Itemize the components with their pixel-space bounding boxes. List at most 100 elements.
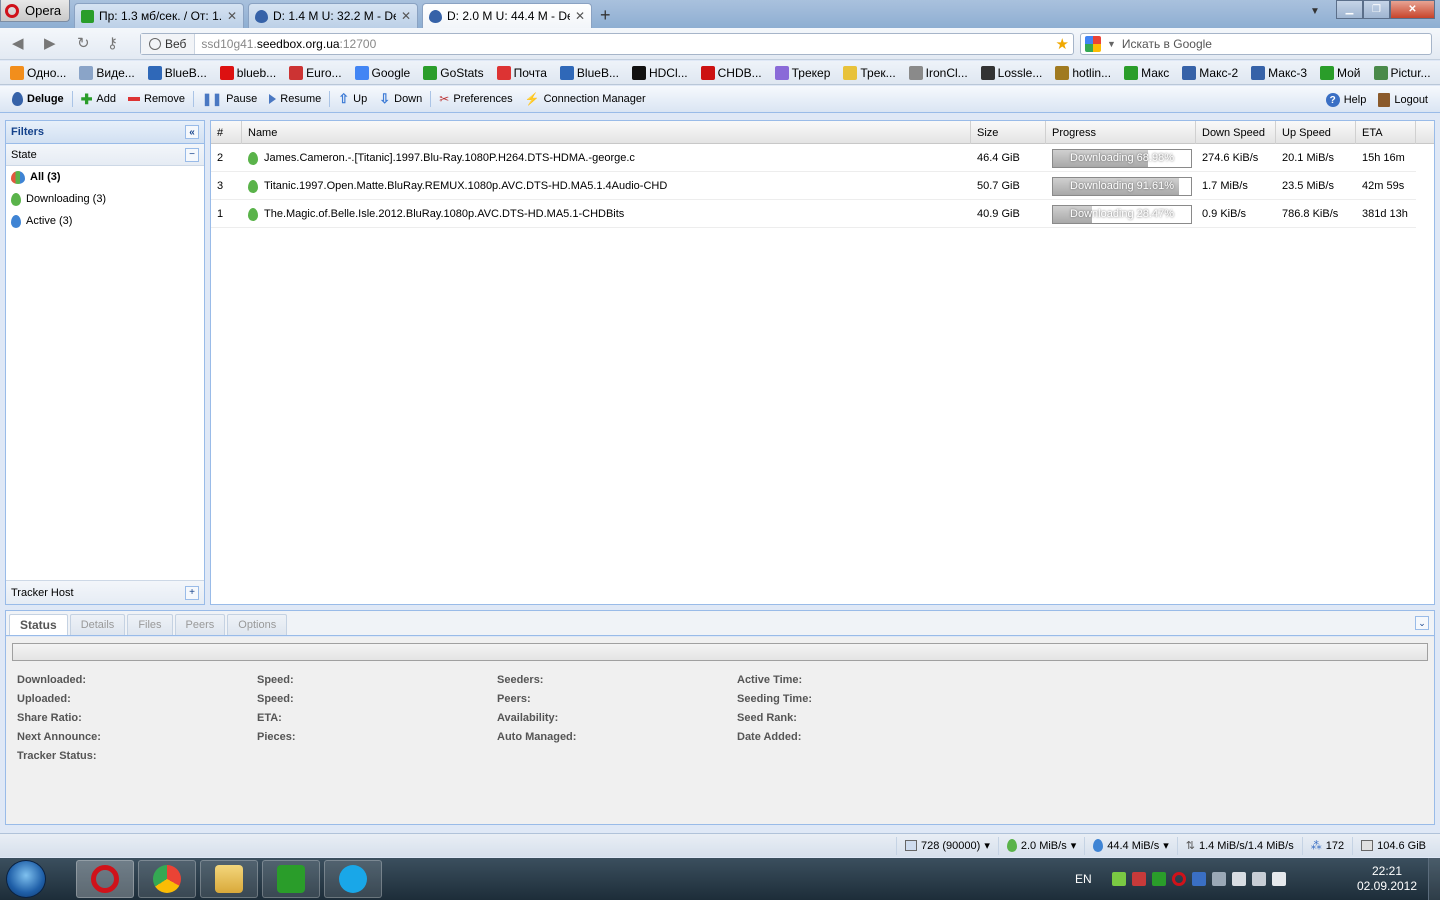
plus-icon[interactable]: + xyxy=(185,585,199,600)
bookmark-item[interactable]: Почта xyxy=(496,65,547,80)
taskbar-explorer[interactable] xyxy=(200,860,258,898)
tray-opera-icon[interactable] xyxy=(1171,872,1186,886)
tray-volume-icon[interactable] xyxy=(1271,872,1286,886)
column-header-down-speed[interactable]: Down Speed xyxy=(1196,121,1276,144)
preferences-button[interactable]: ✂ Preferences xyxy=(433,88,518,110)
pause-button[interactable]: ❚❚ Pause xyxy=(196,88,263,110)
browser-tab-1[interactable]: Пр: 1.3 мб/сек. / От: 1.... ✕ xyxy=(74,3,244,28)
back-icon[interactable]: ◀ xyxy=(12,34,24,52)
collapse-details-icon[interactable]: ⌄ xyxy=(1415,616,1429,630)
column-header-up-speed[interactable]: Up Speed xyxy=(1276,121,1356,144)
resume-button[interactable]: Resume xyxy=(263,88,327,110)
minimize-button[interactable]: ▁ xyxy=(1336,0,1363,19)
search-engine-dropdown-icon[interactable]: ▼ xyxy=(1107,39,1116,49)
column-header-progress[interactable]: Progress xyxy=(1046,121,1196,144)
remove-button[interactable]: Remove xyxy=(122,88,191,110)
minus-icon[interactable]: − xyxy=(185,147,199,162)
browser-tab-2[interactable]: D: 1.4 M U: 32.2 M - Del... ✕ xyxy=(248,3,418,28)
tab-files[interactable]: Files xyxy=(127,614,173,635)
tray-media-icon[interactable] xyxy=(1211,872,1226,886)
taskbar-skype[interactable] xyxy=(324,860,382,898)
taskbar-chrome[interactable] xyxy=(138,860,196,898)
bookmark-item[interactable]: BlueB... xyxy=(147,65,207,80)
bookmark-item[interactable]: Euro... xyxy=(289,65,342,80)
tracker-host-section-header[interactable]: Tracker Host + xyxy=(6,580,204,604)
language-indicator[interactable]: EN xyxy=(1075,872,1092,886)
address-bar[interactable]: Веб ssd10g41.seedbox.org.ua:12700 ★ xyxy=(140,33,1074,55)
address-url[interactable]: ssd10g41.seedbox.org.ua:12700 xyxy=(195,37,376,51)
close-tab-icon[interactable]: ✕ xyxy=(227,9,237,23)
bookmark-item[interactable]: Мой xyxy=(1320,65,1361,80)
browser-tab-3[interactable]: D: 2.0 M U: 44.4 M - Del... ✕ xyxy=(422,3,592,28)
bookmark-item[interactable]: CHDB... xyxy=(700,65,762,80)
tray-flag-icon[interactable] xyxy=(1231,872,1246,886)
bookmark-item[interactable]: GoStats xyxy=(423,65,484,80)
bookmark-item[interactable]: Pictur... xyxy=(1373,65,1431,80)
bookmark-item[interactable]: BlueB... xyxy=(559,65,619,80)
filter-item-all[interactable]: All (3) xyxy=(6,166,204,188)
download-speed-status[interactable]: 2.0 MiB/s ▾ xyxy=(997,836,1084,855)
bookmark-item[interactable]: blueb... xyxy=(219,65,276,80)
state-section-header[interactable]: State − xyxy=(6,144,204,166)
torrent-row[interactable]: 1 The.Magic.of.Belle.Isle.2012.BluRay.10… xyxy=(211,200,1416,228)
filter-item-active[interactable]: Active (3) xyxy=(6,210,204,232)
bookmark-item[interactable]: Макс xyxy=(1124,65,1169,80)
bookmark-item[interactable]: Google xyxy=(354,65,410,80)
start-button[interactable] xyxy=(6,860,46,898)
close-tab-icon[interactable]: ✕ xyxy=(401,9,411,23)
queue-up-button[interactable]: ⇧ Up xyxy=(332,88,373,110)
column-header-number[interactable]: # xyxy=(211,121,242,144)
tab-list-dropdown-icon[interactable]: ▼ xyxy=(1310,6,1320,17)
tray-app-icon[interactable] xyxy=(1111,872,1126,886)
bookmark-item[interactable]: Трекер xyxy=(774,65,830,80)
key-icon[interactable]: ⚷ xyxy=(107,34,118,52)
taskbar-clock[interactable]: 22:21 02.09.2012 xyxy=(1355,864,1419,894)
close-window-button[interactable]: ✕ xyxy=(1390,0,1435,19)
logout-button[interactable]: Logout xyxy=(1372,89,1434,111)
bookmark-item[interactable]: Lossle... xyxy=(980,65,1043,80)
tray-display-icon[interactable] xyxy=(1251,872,1266,886)
queue-down-button[interactable]: ⇩ Down xyxy=(373,88,428,110)
collapse-left-icon[interactable]: « xyxy=(185,125,199,139)
forward-icon[interactable]: ▶ xyxy=(44,34,56,52)
tray-utorrent-icon[interactable] xyxy=(1151,872,1166,886)
column-header-size[interactable]: Size xyxy=(971,121,1046,144)
connection-manager-button[interactable]: ⚡ Connection Manager xyxy=(519,88,652,110)
search-box[interactable]: ▼ Искать в Google xyxy=(1080,33,1432,55)
filter-item-downloading[interactable]: Downloading (3) xyxy=(6,188,204,210)
bookmark-label: Lossle... xyxy=(997,65,1043,80)
address-scheme[interactable]: Веб xyxy=(141,34,196,54)
taskbar-opera[interactable] xyxy=(76,860,134,898)
bookmark-item[interactable]: hotlin... xyxy=(1055,65,1111,80)
tray-bluetooth-icon[interactable] xyxy=(1191,872,1206,886)
close-tab-icon[interactable]: ✕ xyxy=(575,9,585,23)
column-header-eta[interactable]: ETA xyxy=(1356,121,1416,144)
tray-network-icon[interactable] xyxy=(1131,872,1146,886)
bookmark-item[interactable]: Одно... xyxy=(10,65,66,80)
add-button[interactable]: ✚ Add xyxy=(75,88,122,110)
tab-options[interactable]: Options xyxy=(227,614,288,635)
new-tab-button[interactable]: + xyxy=(600,5,611,26)
bookmark-item[interactable]: Виде... xyxy=(79,65,135,80)
column-header-name[interactable]: Name xyxy=(242,121,971,144)
torrent-row[interactable]: 2 James.Cameron.-.[Titanic].1997.Blu-Ray… xyxy=(211,144,1416,172)
bookmark-star-icon[interactable]: ★ xyxy=(1056,35,1069,53)
show-desktop-button[interactable] xyxy=(1428,858,1440,900)
bookmark-item[interactable]: Макс-3 xyxy=(1251,65,1307,80)
taskbar-utorrent[interactable] xyxy=(262,860,320,898)
bookmark-item[interactable]: Макс-2 xyxy=(1182,65,1238,80)
tab-peers[interactable]: Peers xyxy=(174,614,226,635)
bookmark-item[interactable]: HDCl... xyxy=(631,65,688,80)
tab-details[interactable]: Details xyxy=(69,614,126,635)
torrent-size: 46.4 GiB xyxy=(977,152,1020,164)
connections-status[interactable]: 728 (90000) ▾ xyxy=(895,836,998,855)
bookmark-item[interactable]: IronCl... xyxy=(908,65,968,80)
upload-speed-status[interactable]: 44.4 MiB/s ▾ xyxy=(1084,836,1177,855)
bookmark-item[interactable]: Трек... xyxy=(843,65,896,80)
reload-icon[interactable]: ↻ xyxy=(77,34,90,52)
tab-status[interactable]: Status xyxy=(9,614,68,635)
help-button[interactable]: ? Help xyxy=(1320,89,1373,111)
maximize-button[interactable]: ❐ xyxy=(1363,0,1390,19)
opera-menu-button[interactable]: Opera xyxy=(0,0,70,22)
torrent-row[interactable]: 3 Titanic.1997.Open.Matte.BluRay.REMUX.1… xyxy=(211,172,1416,200)
